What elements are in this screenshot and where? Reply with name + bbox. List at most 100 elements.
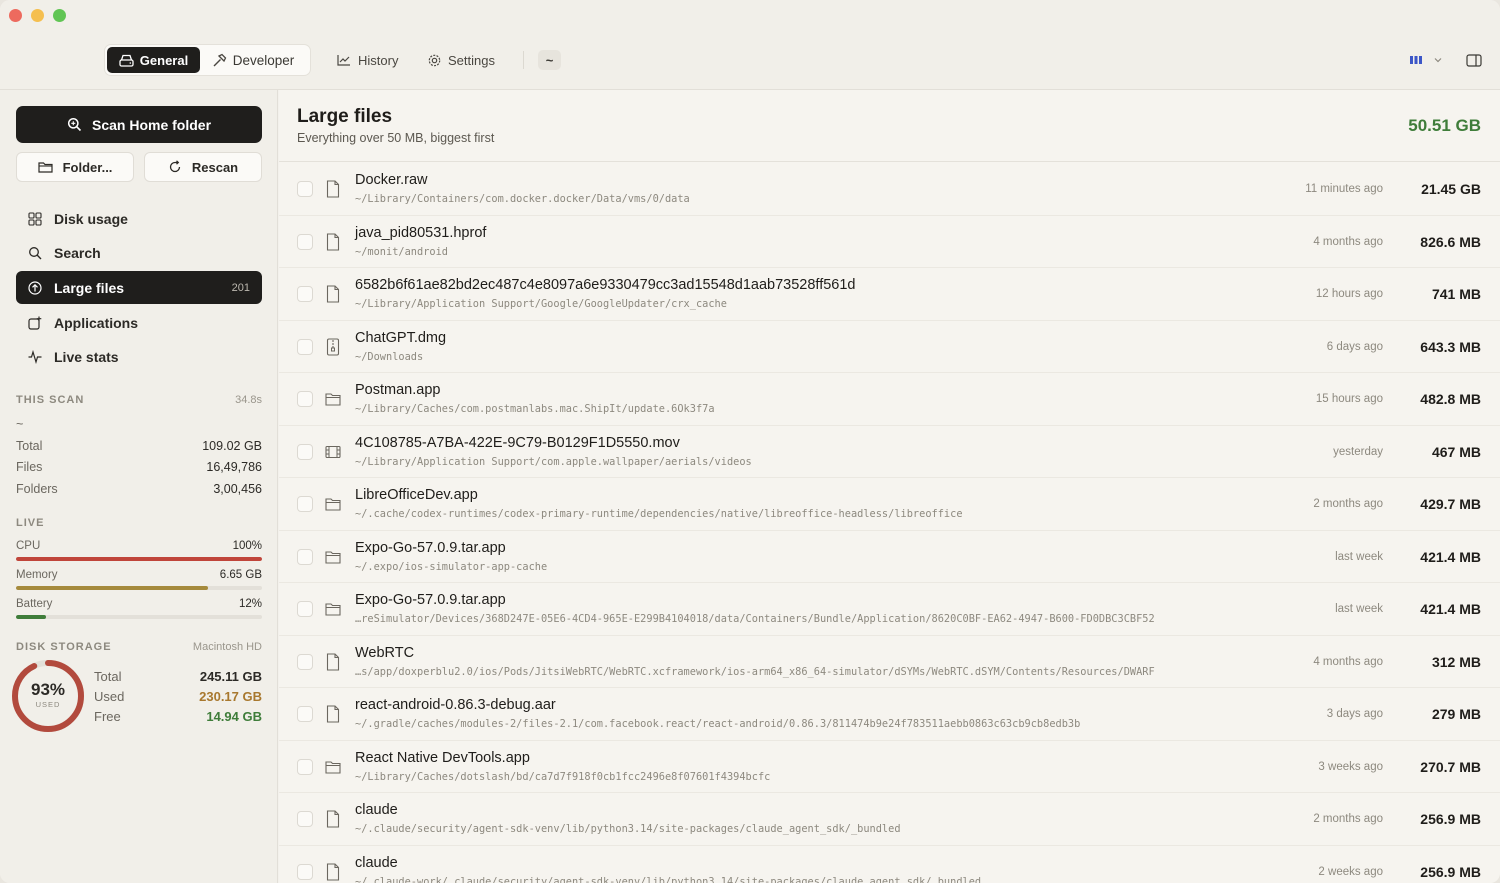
rescan-button[interactable]: Rescan [144,152,262,182]
columns-icon [1410,56,1422,64]
table-row[interactable]: Postman.app ~/Library/Caches/com.postmanl… [279,373,1500,426]
file-size: 270.7 MB [1420,758,1481,775]
file-name: React Native DevTools.app [355,749,530,766]
disk-used-label: Used [94,689,125,704]
row-select-checkbox[interactable] [297,601,313,617]
table-row[interactable]: Docker.raw ~/Library/Containers/com.docke… [279,163,1500,216]
file-path: …reSimulator/Devices/368D247E-05E6-4CD4-… [355,613,1155,625]
live-heading: LIVE [16,517,262,529]
grid-icon [28,211,42,226]
hammer-icon [213,53,227,66]
zoom-window-button[interactable] [53,9,66,22]
row-select-checkbox[interactable] [297,758,313,775]
scan-folders-row: Folders 3,00,456 [16,482,262,496]
file-path: ~/Downloads [355,350,424,363]
toggle-sidebar-button[interactable] [1466,52,1482,68]
table-row[interactable]: 6582b6f61ae82bd2ec487c4e8097a6e9330479cc… [279,268,1500,321]
file-path: ~/.claude/security/agent-sdk-venv/lib/py… [355,823,901,835]
file-path: ~/.claude-work/.claude/security/agent-sd… [355,875,982,883]
file-path: ~/.expo/ios-simulator-app-cache [355,560,548,573]
folder-icon [325,600,341,618]
settings-button[interactable]: Settings [428,50,495,70]
row-select-checkbox[interactable] [297,496,313,512]
battery-bar-fill [16,615,46,619]
settings-label: Settings [448,52,495,68]
history-button[interactable]: History [337,50,398,70]
row-select-checkbox[interactable] [297,181,313,197]
folder-icon [37,162,53,173]
row-select-checkbox[interactable] [297,811,313,827]
scan-home-folder-label: Scan Home folder [91,116,212,133]
archive-icon [325,337,341,356]
chart-line-icon [337,55,350,66]
app-add-icon [28,316,42,330]
table-row[interactable]: LibreOfficeDev.app ~/.cache/codex-runtime… [279,478,1500,531]
file-modified: 12 hours ago [1315,288,1383,300]
sidebar-item-applications[interactable]: Applications [16,306,262,339]
table-row[interactable]: react-android-0.86.3-debug.aar ~/.gradle/… [279,688,1500,741]
disk-volume-name: Macintosh HD [192,641,262,653]
row-select-checkbox[interactable] [297,233,313,250]
table-row[interactable]: java_pid80531.hprof ~/monit/android 4 mont… [279,216,1500,268]
view-mode-picker[interactable] [1409,52,1443,68]
battery-row: Battery 12% [16,598,262,610]
row-select-checkbox[interactable] [297,338,313,355]
file-modified: 11 minutes ago [1305,183,1383,195]
file-path: ~/Library/Containers/com.docker.docker/D… [355,193,690,205]
row-select-checkbox[interactable] [297,548,313,565]
choose-folder-button[interactable]: Folder... [16,152,134,182]
tab-general[interactable]: General [107,47,200,73]
row-select-checkbox[interactable] [297,443,313,460]
table-row[interactable]: claude ~/.claude/security/agent-sdk-venv/… [279,793,1500,846]
disk-used-row: Used 230.17 GB [94,689,262,704]
memory-label: Memory [16,569,58,581]
scan-home-folder-button[interactable]: Scan Home folder [16,106,262,143]
home-path-button[interactable]: ~ [538,50,561,70]
table-row[interactable]: WebRTC …s/app/doxperblu2.0/ios/Pods/Jitsi… [279,636,1500,688]
toolbar: General Developer History Settings ~ [0,0,1500,90]
row-select-checkbox[interactable] [297,286,313,302]
file-name: claude [355,802,398,818]
file-modified: 3 weeks ago [1318,760,1383,773]
file-size: 21.45 GB [1421,181,1481,197]
file-path: ~/.cache/codex-runtimes/codex-primary-ru… [355,508,963,520]
file-path: ~/Library/Caches/dotslash/bd/ca7d7f918f0… [355,770,771,783]
sidebar-item-live-stats[interactable]: Live stats [16,341,262,374]
row-select-checkbox[interactable] [297,863,313,880]
file-modified: 4 months ago [1313,655,1383,668]
large-files-list: Docker.raw ~/Library/Containers/com.docke… [279,163,1500,883]
file-path: ~/Library/Application Support/com.apple.… [355,455,752,468]
file-name: LibreOfficeDev.app [355,487,478,503]
minimize-window-button[interactable] [31,9,44,22]
table-row[interactable]: React Native DevTools.app ~/Library/Cache… [279,741,1500,793]
row-select-checkbox[interactable] [297,391,313,407]
table-row[interactable]: Expo-Go-57.0.9.tar.app ~/.expo/ios-simula… [279,531,1500,583]
disk-total-label: Total [94,669,122,684]
file-icon [325,180,341,198]
table-row[interactable]: Expo-Go-57.0.9.tar.app …reSimulator/Devic… [279,583,1500,636]
table-row[interactable]: ChatGPT.dmg ~/Downloads 6 days ago 643.3 MB [279,321,1500,373]
sidebar-nav: Disk usage Search Large files 201 Applic… [16,202,262,375]
sidebar-item-disk-usage[interactable]: Disk usage [16,202,262,235]
table-row[interactable]: claude ~/.claude-work/.claude/security/ag… [279,846,1500,883]
file-size: 312 MB [1431,653,1481,670]
folder-icon [325,390,341,408]
sidebar-item-label: Large files [54,279,125,296]
scan-total-row: Total 109.02 GB [16,439,262,453]
sidebar-item-search[interactable]: Search [16,237,262,270]
file-name: Expo-Go-57.0.9.tar.app [355,592,506,608]
cpu-label: CPU [16,540,41,552]
close-window-button[interactable] [9,9,22,22]
file-size: 256.9 MB [1420,863,1481,880]
table-row[interactable]: 4C108785-A7BA-422E-9C79-B0129F1D5550.mov… [279,426,1500,478]
row-select-checkbox[interactable] [297,706,313,722]
tab-developer[interactable]: Developer [200,47,306,73]
scan-path: ~ [16,417,262,431]
file-modified: 3 days ago [1326,708,1383,720]
search-icon [67,117,82,132]
file-size: 741 MB [1431,286,1481,302]
file-modified: last week [1335,603,1383,615]
sidebar-item-large-files[interactable]: Large files 201 [16,271,262,305]
row-select-checkbox[interactable] [297,653,313,670]
file-path: ~/monit/android [355,245,448,258]
